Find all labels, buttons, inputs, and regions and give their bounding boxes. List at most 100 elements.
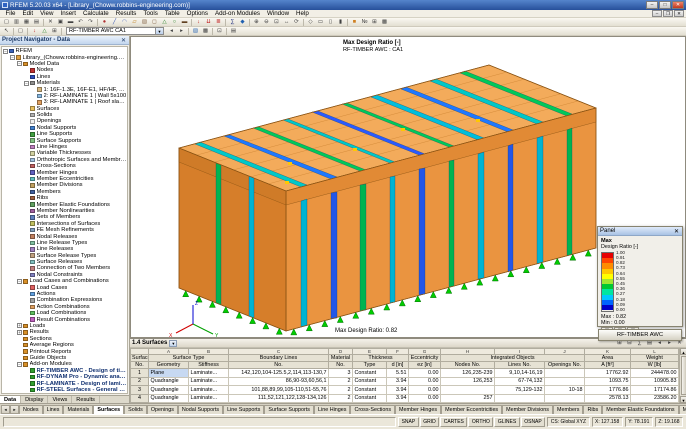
member-load-icon[interactable]: ⇊ — [204, 18, 213, 26]
table-cell[interactable]: 9,10,14-16,19 — [495, 369, 545, 378]
table-cell[interactable]: 67-74,132 — [495, 377, 545, 386]
undo-icon[interactable]: ↶ — [76, 18, 85, 26]
fe-mesh-icon[interactable]: ⊞ — [370, 18, 379, 26]
status-toggle-osnap[interactable]: OSNAP — [521, 417, 546, 427]
table-cell[interactable]: 10-18 — [545, 386, 585, 395]
table-cell[interactable]: 75,129-132 — [495, 386, 545, 395]
nodal-load-icon[interactable]: ↓ — [194, 18, 203, 26]
copy-icon[interactable]: ▣ — [56, 18, 65, 26]
collapse-icon[interactable]: − — [10, 55, 15, 60]
menu-options[interactable]: Options — [183, 10, 211, 18]
tab-scroll-left-icon[interactable]: ◂ — [1, 405, 10, 414]
collapse-icon[interactable]: − — [3, 49, 8, 54]
status-toggle-snap[interactable]: SNAP — [398, 417, 419, 427]
collapse-icon[interactable]: − — [17, 61, 22, 66]
table-tab-member-hinges[interactable]: Member Hinges — [395, 405, 441, 414]
navigator-tab-views[interactable]: Views — [48, 396, 72, 403]
new-file-icon[interactable]: ▢ — [2, 18, 11, 26]
collapse-icon[interactable]: − — [17, 279, 22, 284]
table-tab-surfaces[interactable]: Surfaces — [93, 405, 124, 414]
panel-close-icon[interactable]: ✕ — [673, 228, 680, 235]
new-opening-icon[interactable]: ◻ — [150, 18, 159, 26]
select-pointer-icon[interactable]: ↖ — [2, 27, 11, 35]
pan-icon[interactable]: ↔ — [282, 18, 291, 26]
navigator-close-icon[interactable]: ✕ — [120, 37, 127, 44]
zoom-out-icon[interactable]: ⊖ — [262, 18, 271, 26]
table-cell[interactable]: 1093.75 — [585, 377, 631, 386]
surfaces-table[interactable]: ABCDEFGHIJKLSurfaceSurface TypeBoundary … — [130, 348, 679, 403]
menu-insert[interactable]: Insert — [57, 10, 79, 18]
table-tab-members[interactable]: Members — [553, 405, 583, 414]
next-load-case-icon[interactable]: ▸ — [177, 27, 186, 35]
calculate-icon[interactable]: ∑ — [228, 18, 237, 26]
table-cell[interactable]: 86,90-93,60,56,1 — [229, 377, 329, 386]
table-cell[interactable]: 244478.00 — [631, 369, 679, 378]
show-loads-icon[interactable]: ↓ — [30, 27, 39, 35]
table-tab-member-elastic-foundations[interactable]: Member Elastic Foundations — [602, 405, 678, 414]
table-cell[interactable]: 17762.92 — [585, 369, 631, 378]
table-title[interactable]: 1.4 Surfaces — [132, 340, 167, 346]
redo-icon[interactable]: ↷ — [86, 18, 95, 26]
table-cell[interactable]: 126,235-239 — [441, 369, 495, 378]
table-cell[interactable]: Plane — [149, 369, 189, 378]
menu-edit[interactable]: Edit — [19, 10, 37, 18]
previous-load-case-icon[interactable]: ◂ — [167, 27, 176, 35]
table-cell[interactable]: 126,253 — [441, 377, 495, 386]
status-toggle-ortho[interactable]: ORTHO — [468, 417, 493, 427]
table-cell[interactable]: 0.00 — [409, 369, 441, 378]
new-arc-icon[interactable]: ◠ — [120, 18, 129, 26]
expand-icon[interactable]: + — [17, 330, 22, 335]
status-toggle-cartes[interactable]: CARTES — [440, 417, 467, 427]
table-cell[interactable]: 2 — [329, 377, 353, 386]
new-member-icon[interactable]: ▬ — [180, 18, 189, 26]
table-tab-member-eccentricities[interactable]: Member Eccentricities — [441, 405, 502, 414]
table-cell[interactable]: Constant — [353, 377, 387, 386]
table-cell[interactable]: 17174.86 — [631, 386, 679, 395]
table-cell[interactable]: 101,88,89,99,105-110,51-55,76 — [229, 386, 329, 395]
menu-help[interactable]: Help — [293, 10, 313, 18]
combo-dropdown-icon[interactable]: ▼ — [155, 28, 163, 34]
table-cell[interactable]: 0.00 — [409, 386, 441, 395]
table-tab-nodes[interactable]: Nodes — [19, 405, 43, 414]
table-cell[interactable]: 1776.86 — [585, 386, 631, 395]
table-tab-openings[interactable]: Openings — [147, 405, 178, 414]
table-cell[interactable]: 2578.13 — [585, 394, 631, 403]
table-cell[interactable]: 257 — [441, 394, 495, 403]
close-button[interactable]: ✕ — [672, 1, 684, 9]
tab-scroll-right-icon[interactable]: ▸ — [10, 405, 19, 414]
title-bar[interactable]: RFEM 5.20.03 x64 - [Library_(Choww.robbi… — [0, 0, 686, 10]
new-surface-icon[interactable]: ▱ — [130, 18, 139, 26]
table-tab-member-nonlinearities[interactable]: Member Nonlinearities — [679, 405, 686, 414]
table-cell[interactable]: Laminate... — [189, 369, 229, 378]
zoom-window-icon[interactable]: ⊡ — [272, 18, 281, 26]
menu-view[interactable]: View — [37, 10, 57, 18]
table-cell[interactable] — [545, 394, 585, 403]
table-tab-line-hinges[interactable]: Line Hinges — [314, 405, 350, 414]
minimize-button[interactable]: – — [646, 1, 658, 9]
scroll-down-icon[interactable]: ▼ — [680, 396, 686, 403]
navigator-tab-display[interactable]: Display — [21, 396, 48, 403]
isometric-view-icon[interactable]: ◇ — [306, 18, 315, 26]
table-cell[interactable]: 3.94 — [387, 377, 409, 386]
table-tab-nodal-supports[interactable]: Nodal Supports — [178, 405, 223, 414]
table-cell[interactable]: 4 — [131, 394, 149, 403]
table-tab-surface-supports[interactable]: Surface Supports — [264, 405, 314, 414]
table-cell[interactable]: Constant — [353, 369, 387, 378]
status-toggle-glines[interactable]: GLINES — [494, 417, 519, 427]
table-cell[interactable]: 2 — [131, 377, 149, 386]
table-cell[interactable]: 111,52,121,122,128-134,126 — [229, 394, 329, 403]
scroll-up-icon[interactable]: ▲ — [680, 348, 686, 355]
table-cell[interactable]: 3.94 — [387, 386, 409, 395]
table-cell[interactable]: 5.51 — [387, 369, 409, 378]
table-cell[interactable]: 2 — [329, 386, 353, 395]
table-cell[interactable]: Laminate... — [189, 394, 229, 403]
scroll-thumb[interactable] — [681, 356, 686, 395]
navigator-tab-results[interactable]: Results — [72, 396, 100, 403]
print-icon[interactable]: ▤ — [32, 18, 41, 26]
zoom-in-icon[interactable]: ⊕ — [252, 18, 261, 26]
table-cell[interactable]: Quadrangle — [149, 377, 189, 386]
table-cell[interactable]: Constant — [353, 394, 387, 403]
surface-load-icon[interactable]: ≣ — [214, 18, 223, 26]
table-cell[interactable]: 10905.83 — [631, 377, 679, 386]
table-cell[interactable]: 0.00 — [409, 394, 441, 403]
